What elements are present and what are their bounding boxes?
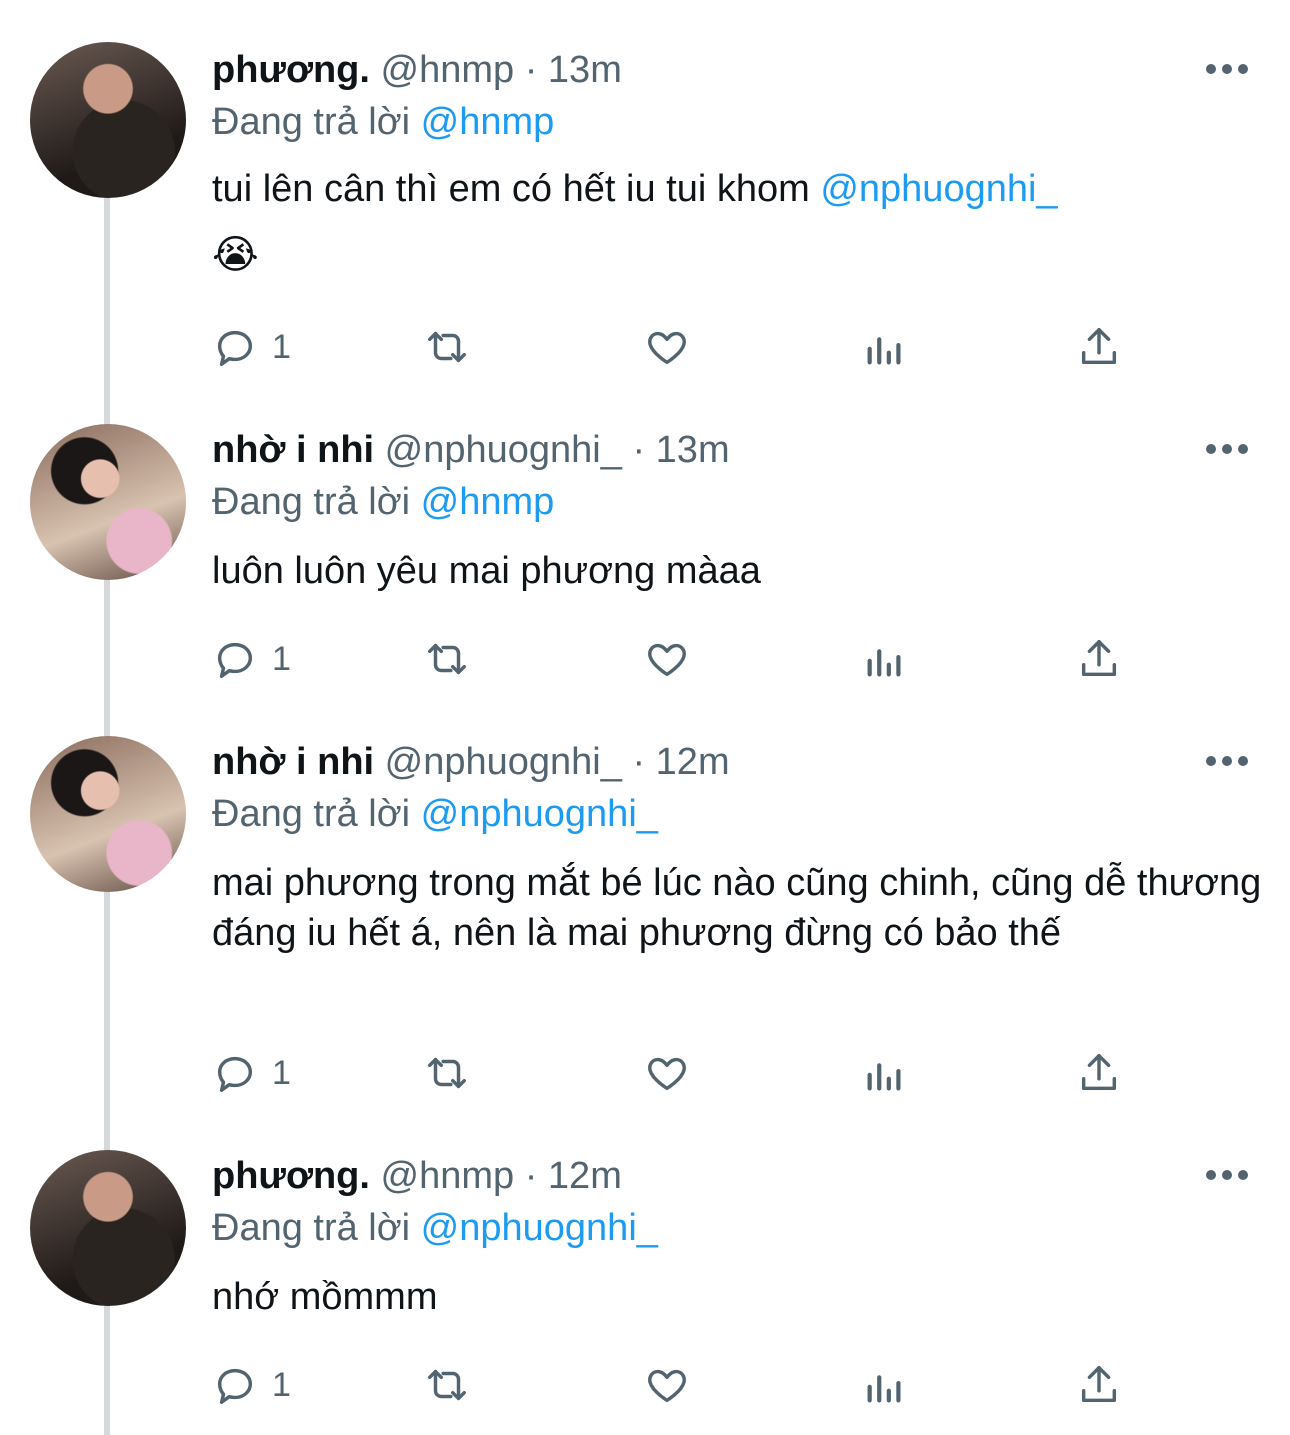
reply-to-mention[interactable]: @hnmp [421, 481, 555, 523]
like-icon [648, 1369, 686, 1403]
share-icon [1081, 1366, 1117, 1403]
action-bar: 1 [212, 1360, 1132, 1410]
retweet-button[interactable] [424, 322, 470, 372]
tweet-text-content: tui lên cân thì em có hết iu tui khom [212, 168, 810, 210]
like-icon [648, 1057, 686, 1091]
action-bar: 1 [212, 1048, 1132, 1098]
separator: · [524, 49, 538, 91]
retweet-icon [428, 1369, 466, 1401]
avatar[interactable] [30, 424, 186, 580]
timestamp[interactable]: 13m [548, 49, 622, 91]
reply-button[interactable]: 1 [212, 322, 291, 372]
timestamp[interactable]: 12m [656, 741, 730, 783]
reply-button[interactable]: 1 [212, 1048, 291, 1098]
retweet-icon [428, 1057, 466, 1089]
reply-button[interactable]: 1 [212, 634, 291, 684]
share-icon [1081, 1054, 1117, 1091]
tweet-text: mai phương trong mắt bé lúc nào cũng chi… [212, 862, 1262, 954]
reply-prefix: Đang trả lời [212, 481, 411, 523]
reply-count: 1 [272, 327, 291, 366]
retweet-button[interactable] [424, 1360, 470, 1410]
reply-context: Đang trả lời @hnmp [212, 100, 554, 144]
reply-count: 1 [272, 639, 291, 678]
retweet-icon [428, 331, 466, 363]
tweet-text: tui lên cân thì em có hết iu tui khom @n… [212, 164, 1262, 214]
like-button[interactable] [644, 634, 690, 684]
reply-icon [217, 1056, 253, 1092]
analytics-icon [867, 1063, 901, 1091]
avatar[interactable] [30, 42, 186, 198]
avatar[interactable] [30, 736, 186, 892]
share-button[interactable] [1076, 322, 1122, 372]
tweet-text: nhớ mồmmm [212, 1276, 438, 1318]
separator: · [632, 741, 646, 783]
action-bar: 1 [212, 634, 1132, 684]
text-mention[interactable]: @nphuognhi_ [820, 168, 1057, 210]
reply-icon [217, 1368, 253, 1404]
share-icon [1081, 328, 1117, 365]
display-name[interactable]: nhờ i nhi [212, 741, 374, 783]
like-button[interactable] [644, 1048, 690, 1098]
handle[interactable]: @nphuognhi_ [385, 429, 622, 471]
retweet-button[interactable] [424, 634, 470, 684]
reply-context: Đang trả lời @nphuognhi_ [212, 1206, 658, 1250]
display-name[interactable]: nhờ i nhi [212, 429, 374, 471]
analytics-button[interactable] [862, 1360, 908, 1410]
separator: · [524, 1155, 538, 1197]
analytics-icon [867, 1375, 901, 1403]
timestamp[interactable]: 12m [548, 1155, 622, 1197]
analytics-button[interactable] [862, 634, 908, 684]
tweet-header: nhờ i nhi @nphuognhi_ · 12m [212, 740, 730, 784]
tweet-text: luôn luôn yêu mai phương màaa [212, 550, 761, 592]
more-icon[interactable] [1206, 444, 1248, 456]
tweet-header: phương. @hnmp · 12m [212, 1154, 622, 1198]
more-icon[interactable] [1206, 64, 1248, 76]
separator: · [632, 429, 646, 471]
share-button[interactable] [1076, 1048, 1122, 1098]
timestamp[interactable]: 13m [656, 429, 730, 471]
more-icon[interactable] [1206, 756, 1248, 768]
tweet-header: nhờ i nhi @nphuognhi_ · 13m [212, 428, 730, 472]
reply-count: 1 [272, 1053, 291, 1092]
retweet-button[interactable] [424, 1048, 470, 1098]
emoji-crying: 😭 [212, 233, 259, 277]
like-icon [648, 331, 686, 365]
handle[interactable]: @hnmp [381, 49, 515, 91]
action-bar: 1 [212, 322, 1132, 372]
handle[interactable]: @hnmp [381, 1155, 515, 1197]
retweet-icon [428, 643, 466, 675]
tweet-header: phương. @hnmp · 13m [212, 48, 622, 92]
reply-to-mention[interactable]: @hnmp [421, 101, 555, 143]
handle[interactable]: @nphuognhi_ [385, 741, 622, 783]
reply-to-mention[interactable]: @nphuognhi_ [421, 793, 658, 835]
reply-context: Đang trả lời @nphuognhi_ [212, 792, 658, 836]
reply-count: 1 [272, 1365, 291, 1404]
reply-prefix: Đang trả lời [212, 101, 411, 143]
share-button[interactable] [1076, 634, 1122, 684]
analytics-icon [867, 649, 901, 677]
like-button[interactable] [644, 322, 690, 372]
display-name[interactable]: phương. [212, 1155, 370, 1197]
reply-context: Đang trả lời @hnmp [212, 480, 554, 524]
share-button[interactable] [1076, 1360, 1122, 1410]
reply-to-mention[interactable]: @nphuognhi_ [421, 1207, 658, 1249]
more-icon[interactable] [1206, 1170, 1248, 1182]
share-icon [1081, 640, 1117, 677]
analytics-button[interactable] [862, 1048, 908, 1098]
like-button[interactable] [644, 1360, 690, 1410]
reply-prefix: Đang trả lời [212, 793, 411, 835]
reply-icon [217, 330, 253, 366]
analytics-icon [867, 337, 901, 365]
reply-icon [217, 642, 253, 678]
reply-prefix: Đang trả lời [212, 1207, 411, 1249]
avatar[interactable] [30, 1150, 186, 1306]
analytics-button[interactable] [862, 322, 908, 372]
display-name[interactable]: phương. [212, 49, 370, 91]
reply-button[interactable]: 1 [212, 1360, 291, 1410]
like-icon [648, 643, 686, 677]
